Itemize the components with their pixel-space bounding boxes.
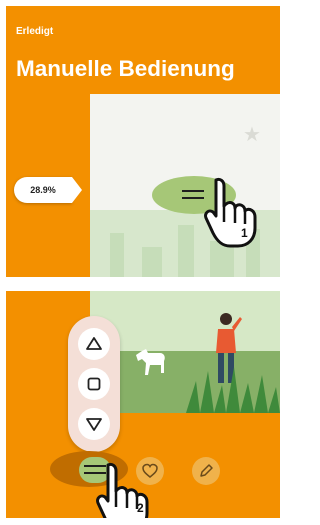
hand-pointer-icon [204, 177, 257, 248]
square-icon [87, 377, 101, 391]
hand-pointer-icon [96, 462, 149, 518]
shade-control-strip [68, 316, 120, 452]
step-number-badge: 1 [241, 226, 248, 240]
progress-indicator: 28.9% [14, 177, 82, 203]
progress-label: 28.9% [30, 185, 56, 195]
goat-illustration [136, 349, 165, 375]
down-button[interactable] [78, 408, 110, 440]
instruction-panel-step-1: Erledigt Manuelle Bedienung ★ 28.9% 1 [6, 6, 280, 277]
star-icon: ★ [243, 124, 261, 146]
pencil-icon [200, 464, 213, 477]
done-label[interactable]: Erledigt [16, 26, 53, 37]
instruction-panel-step-2: 2 [6, 291, 280, 518]
up-button[interactable] [78, 328, 110, 360]
stop-button[interactable] [78, 368, 110, 400]
edit-button[interactable] [192, 457, 220, 485]
grass-illustration [186, 367, 280, 413]
handle-icon[interactable] [182, 190, 204, 199]
page-title: Manuelle Bedienung [16, 56, 235, 81]
triangle-up-icon [86, 337, 102, 350]
triangle-down-icon [86, 418, 102, 431]
step-number-badge: 2 [137, 501, 144, 515]
